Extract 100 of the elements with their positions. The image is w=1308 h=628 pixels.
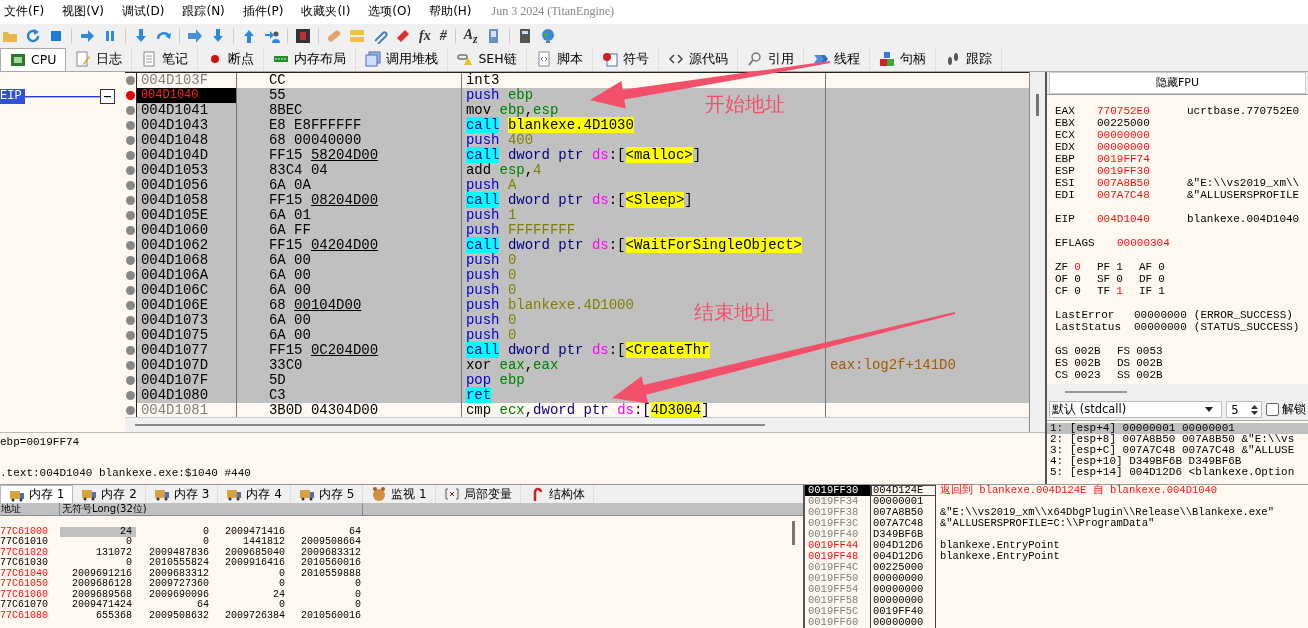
breakpoint-dot[interactable] [125,120,135,130]
instruction-cell: push 1 [461,207,826,223]
down-arrow-icon[interactable] [210,27,226,44]
flag-value[interactable]: 0 [1074,260,1081,273]
value-cell-text: 0 [202,537,210,548]
breakpoint-dot[interactable] [125,210,135,220]
segment-value[interactable]: 0023 [1074,368,1101,381]
toolbar-glyph[interactable]: # [436,27,450,44]
flag-value[interactable]: 1 [1116,260,1123,273]
segment-value[interactable]: 0053 [1136,344,1163,357]
menu-item[interactable]: 视图(V) [60,3,112,21]
breakpoint-dot[interactable] [125,375,135,385]
flag-value[interactable]: 0 [1074,284,1081,297]
hide-fpu-button[interactable]: 隐藏FPU [1049,71,1306,94]
breakpoint-dot[interactable] [125,360,135,370]
flag-value[interactable]: 0 [1158,272,1165,285]
flag-value[interactable]: 0 [1158,260,1165,273]
info-text: .text:004D1040 blankexe.exe:$1040 #440 [0,466,252,480]
segment-value[interactable]: 002B [1136,368,1163,381]
segment-value[interactable]: 002B [1074,344,1101,357]
toolbar-glyph[interactable]: fx [416,27,434,44]
menu-item[interactable]: 收藏夹(I) [299,3,359,21]
scrollbar-thumb[interactable] [1065,390,1127,393]
scrollbar-thumb[interactable] [792,521,795,545]
tag-icon[interactable] [395,27,411,44]
register-value[interactable]: 00000000 [1097,140,1187,153]
argument-row[interactable]: 1: [esp+4] 00000001 00000001 [1047,422,1308,434]
flag-name: CF [1055,284,1069,297]
breakpoint-dot[interactable] [125,195,135,205]
flag-value[interactable]: 1 [1116,284,1123,297]
argument-row[interactable]: 2: [esp+8] 007A8B50 007A8B50 &"E:\\vs [1047,433,1308,445]
breakpoint-dot[interactable] [125,255,135,265]
column-header[interactable]: 地址 [0,503,60,515]
menu-item[interactable]: 文件(F) [2,3,53,21]
flag-value[interactable]: 1 [1158,284,1165,297]
dark-square-icon[interactable] [295,27,311,44]
register-value[interactable]: 770752E0 [1097,104,1187,117]
bytes-cell: 83C4 04 [236,162,462,178]
breakpoint-dot[interactable] [125,75,135,85]
breakpoint-dot[interactable] [125,390,135,400]
breakpoint-dot[interactable] [125,270,135,280]
register-name: EBX [1055,116,1076,129]
value-cell-text: 0 [125,558,133,569]
segment-value[interactable]: 002B [1074,356,1101,369]
register-value[interactable]: 0019FF30 [1097,164,1187,177]
right-arrow-icon[interactable] [79,27,95,44]
breakpoint-dot[interactable] [125,165,135,175]
flag-value[interactable]: 0 [1116,272,1123,285]
right-arrow-icon[interactable] [187,27,203,44]
value-cell-text: 0 [278,579,286,590]
argument-count-spinner[interactable]: 5 [1226,401,1262,419]
breakpoint-dot[interactable] [125,225,135,235]
register-value[interactable]: 00225000 [1097,116,1187,129]
code-row[interactable]: 004D1062 FF15 04204D00 call dword ptr ds:[<WaitForSingleObject> [136,237,1029,253]
toolbar-glyph[interactable]: A$_{z}$ [460,26,481,46]
stack-value: D349BF6B [871,529,936,540]
breakpoint-dot[interactable] [125,135,135,145]
register-value[interactable]: 00000304 [1117,236,1207,249]
breakpoint-dot[interactable] [125,150,135,160]
build-info: Jun 3 2024 (TitanEngine) [491,4,615,20]
register-value[interactable]: 00000000 [1097,128,1187,141]
breakpoint-dot[interactable] [125,315,135,325]
menu-item[interactable]: 插件(P) [240,3,292,21]
flag-name: PF [1097,260,1111,273]
menu-item[interactable]: 调试(D) [119,3,173,21]
argument-row[interactable]: 5: [esp+14] 004D12D6 <blankexe.Option [1047,466,1308,478]
globe-icon[interactable] [539,27,556,44]
breakpoint-dot[interactable] [125,345,135,355]
checkbox[interactable] [1266,403,1279,417]
menu-item[interactable]: 帮助(H) [427,3,480,21]
address-cell: 004D1068 [136,252,237,268]
breakpoint-dot[interactable] [125,240,135,250]
breakpoint-dot[interactable] [125,285,135,295]
register-value[interactable]: 007A8B50 [1097,176,1187,189]
register-value[interactable]: 0019FF74 [1097,152,1187,165]
breakpoint-dot[interactable] [125,180,135,190]
tab[interactable]: 内存 1 [0,485,74,503]
register-comment: &"ALLUSERSPROFILE [1187,188,1300,201]
circular-arrow-icon[interactable] [25,27,41,44]
menu-item[interactable]: 选项(O) [366,3,420,21]
calling-convention-dropdown[interactable]: 默认 (stdcall) [1049,401,1223,419]
tab[interactable]: CPU [0,47,67,71]
argument-row[interactable]: 4: [esp+10] D349BF6B D349BF6B [1047,455,1308,467]
breakpoint-dot[interactable] [125,105,135,115]
menu-item[interactable]: 跟踪(N) [180,3,233,21]
instruction-cell: call dword ptr ds:[<malloc>] [461,147,826,163]
scrollbar-thumb[interactable] [1036,93,1039,116]
breakpoint-dot[interactable] [125,90,135,100]
register-value[interactable]: 007A7C48 [1097,188,1187,201]
argument-row[interactable]: 3: [esp+C] 007A7C48 007A7C48 &"ALLUSE [1047,444,1308,456]
breakpoint-dot[interactable] [125,405,135,415]
value-cell-text: 2009726384 [224,610,286,621]
segment-value[interactable]: 002B [1136,356,1163,369]
collapse-icon[interactable] [99,88,115,104]
breakpoint-dot[interactable] [125,300,135,310]
flag-value[interactable]: 0 [1074,272,1081,285]
scrollbar-thumb[interactable] [134,423,765,426]
register-value[interactable]: 004D1040 [1097,212,1187,225]
breakpoint-dot[interactable] [125,330,135,340]
down-arrow-icon[interactable] [133,27,149,44]
